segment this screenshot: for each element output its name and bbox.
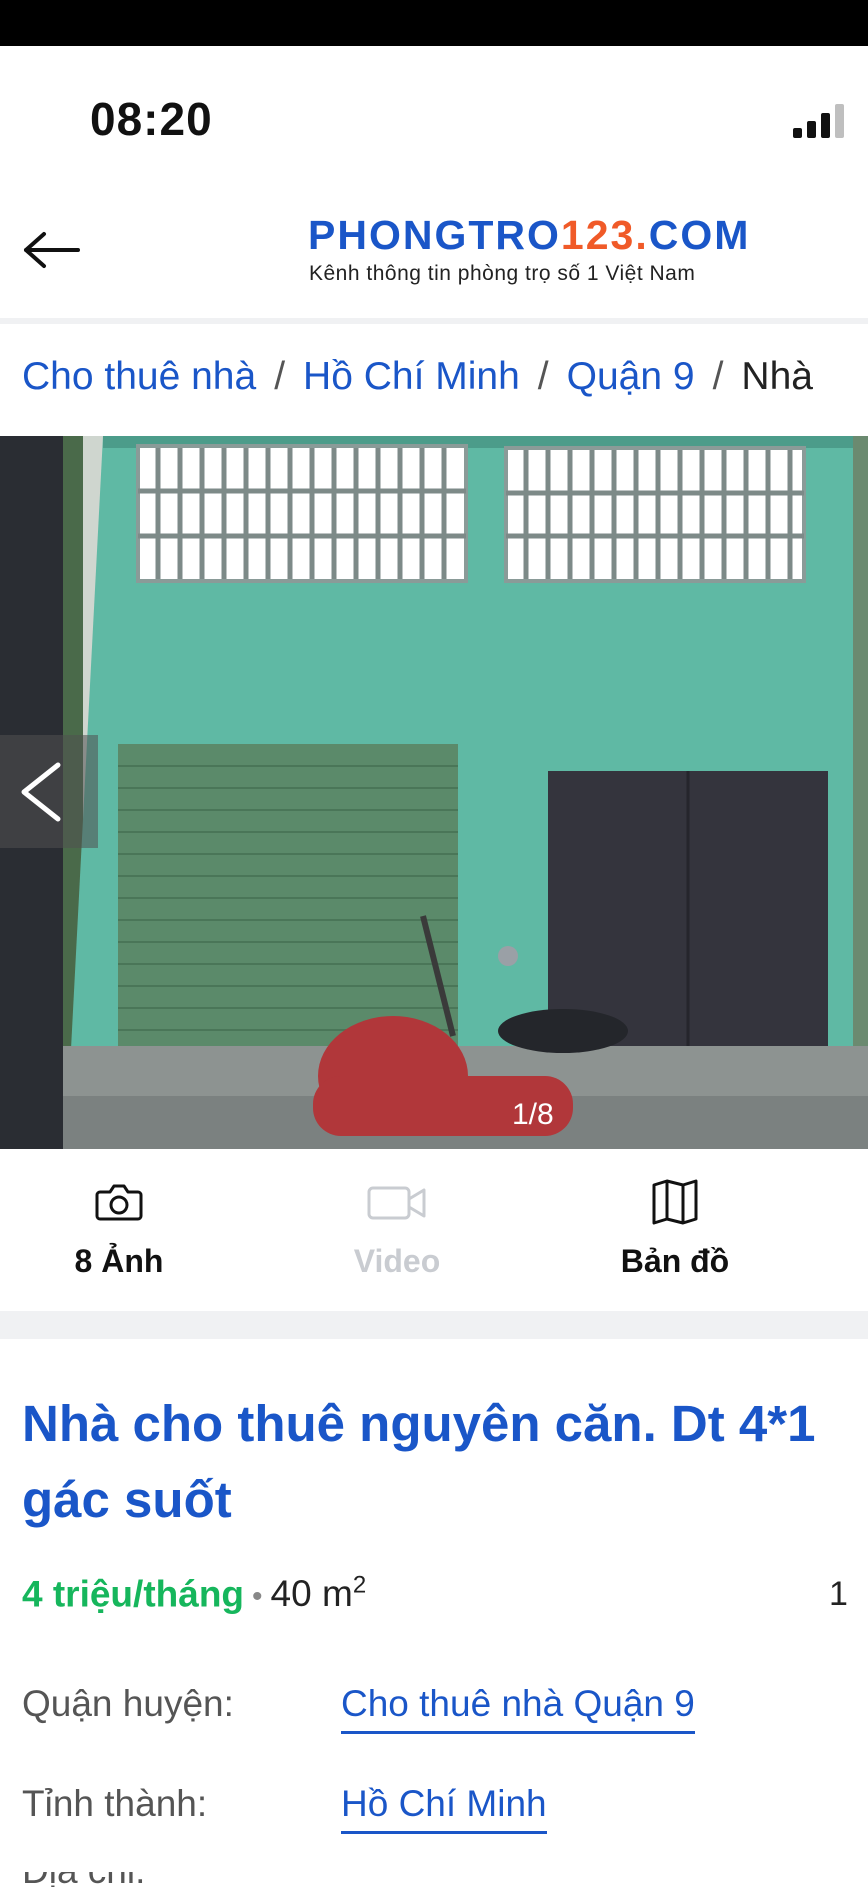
breadcrumb-item-city[interactable]: Hồ Chí Minh: [303, 355, 520, 398]
tab-map-label: Bản đồ: [620, 1243, 730, 1279]
bullet-separator: •: [252, 1580, 263, 1614]
breadcrumb-separator: /: [712, 355, 724, 398]
photo-gallery[interactable]: [0, 436, 868, 1149]
post-title: Nhà cho thuê nguyên căn. Dt 4*1 gác suốt: [22, 1386, 868, 1538]
top-black-bar: [0, 0, 868, 46]
map-icon: [652, 1179, 698, 1225]
info-row-district: Quận huyện: Cho thuê nhà Quận 9: [22, 1683, 868, 1743]
area: 40 m2: [270, 1572, 367, 1615]
breadcrumb-item-rent-house[interactable]: Cho thuê nhà: [22, 355, 256, 398]
breadcrumb-separator: /: [537, 355, 549, 398]
area-unit-superscript: 2: [352, 1572, 367, 1599]
area-value: 40 m: [270, 1573, 353, 1615]
breadcrumb: Cho thuê nhà / Hồ Chí Minh / Quận 9 / Nhà: [22, 355, 868, 405]
logo-tld-text: COM: [648, 212, 751, 258]
breadcrumb-item-current: Nhà: [741, 355, 813, 398]
back-arrow-icon[interactable]: [22, 230, 82, 270]
tab-video[interactable]: Video: [307, 1179, 487, 1289]
city-label: Tỉnh thành:: [22, 1783, 208, 1824]
site-logo[interactable]: PHONGTRO123.COM: [308, 212, 750, 259]
district-label: Quận huyện:: [22, 1683, 234, 1724]
app-header: PHONGTRO123.COM Kênh thông tin phòng trọ…: [0, 194, 868, 324]
site-tagline: Kênh thông tin phòng trọ số 1 Việt Nam: [309, 262, 696, 285]
next-info-row-partial: Địa chỉ:: [22, 1872, 868, 1887]
media-tabs: 8 Ảnh Video Bản đồ: [0, 1149, 868, 1311]
logo-main-text: PHONGTRO: [308, 212, 561, 258]
camera-icon: [95, 1184, 143, 1221]
gallery-prev-button[interactable]: [0, 735, 98, 848]
post-title-line-2: gác suốt: [22, 1471, 232, 1528]
breadcrumb-item-district[interactable]: Quận 9: [567, 355, 695, 398]
chevron-left-icon: [21, 762, 61, 822]
district-link[interactable]: Cho thuê nhà Quận 9: [341, 1683, 695, 1734]
tab-video-label: Video: [353, 1243, 441, 1279]
post-title-line-1: Nhà cho thuê nguyên căn. Dt 4*1: [22, 1395, 816, 1452]
listing-photo[interactable]: [63, 436, 868, 1149]
price-row: 4 triệu/tháng • 40 m2: [22, 1572, 868, 1622]
price-row-extra: 1: [829, 1575, 848, 1613]
info-row-city: Tỉnh thành: Hồ Chí Minh: [22, 1783, 868, 1843]
price: 4 triệu/tháng: [22, 1573, 245, 1615]
next-info-row-label: Địa chỉ:: [22, 1872, 868, 1887]
tab-map[interactable]: Bản đồ: [585, 1179, 765, 1289]
status-time: 08:20: [90, 93, 213, 145]
signal-icon: [793, 104, 844, 138]
video-icon: [367, 1186, 426, 1220]
tab-photos[interactable]: 8 Ảnh: [29, 1179, 209, 1289]
breadcrumb-separator: /: [274, 355, 286, 398]
section-divider: [0, 1311, 868, 1339]
logo-dot-text: .: [635, 212, 649, 258]
logo-number-text: 123: [560, 212, 636, 258]
gallery-counter: 1/8: [512, 1098, 554, 1131]
status-bar: 08:20: [0, 46, 868, 194]
city-link[interactable]: Hồ Chí Minh: [341, 1783, 547, 1834]
tab-photos-label: 8 Ảnh: [74, 1243, 164, 1279]
